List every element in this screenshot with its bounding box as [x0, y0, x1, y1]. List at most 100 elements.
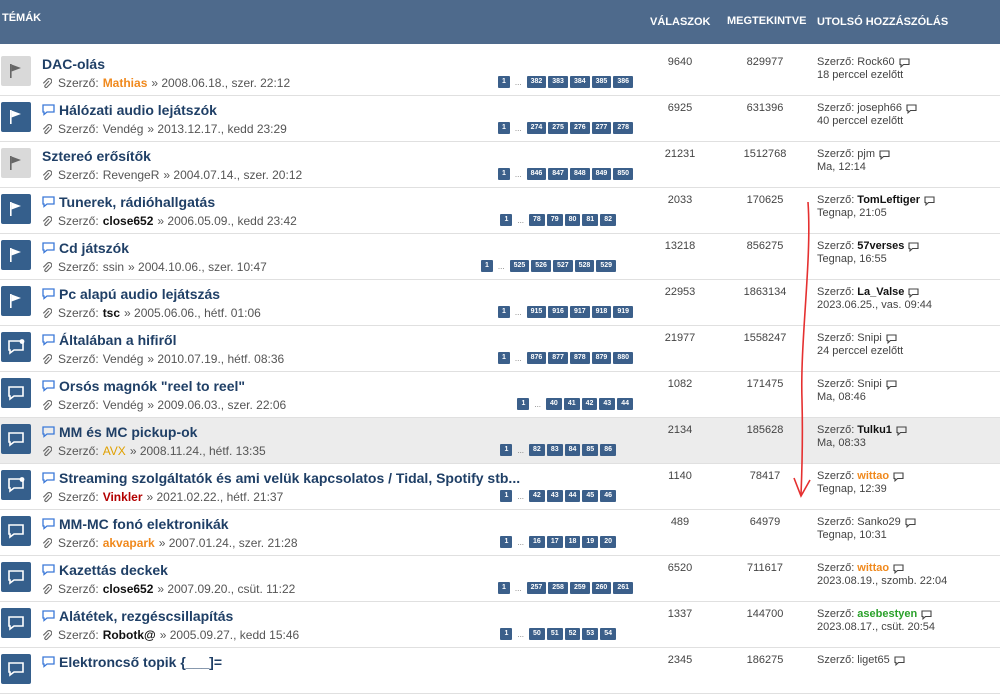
page-link[interactable]: 384 — [569, 76, 590, 88]
topic-row[interactable]: Hálózati audio lejátszók Szerző: Vendég» 2… — [0, 96, 1000, 142]
page-link[interactable]: 1 — [500, 444, 513, 456]
topic-title[interactable]: Alátétek, rezgéscsillapítás — [42, 608, 233, 624]
new-post-icon[interactable] — [42, 426, 55, 438]
page-link[interactable]: 81 — [582, 214, 599, 226]
go-to-post-icon[interactable] — [908, 287, 919, 298]
topic-title-text[interactable]: Elektroncső topik {___]= — [59, 654, 222, 670]
topic-title[interactable]: Streaming szolgáltatók és ami velük kapc… — [42, 470, 520, 486]
page-link[interactable]: 846 — [526, 168, 547, 180]
page-link[interactable]: 916 — [548, 306, 568, 318]
page-link[interactable]: 78 — [529, 214, 545, 226]
page-link[interactable]: 1 — [497, 122, 510, 134]
topic-row[interactable]: Kazettás deckek Szerző: close652» 2007.09.… — [0, 556, 1000, 602]
page-link[interactable]: 83 — [546, 444, 563, 456]
new-post-icon[interactable] — [42, 610, 55, 622]
page-link[interactable]: 848 — [569, 168, 590, 180]
page-link[interactable]: 1 — [497, 76, 510, 88]
last-post-author[interactable]: Snipi — [857, 332, 881, 345]
page-link[interactable]: 1 — [497, 582, 510, 594]
page-link[interactable]: 44 — [617, 398, 633, 410]
topic-title[interactable]: Sztereó erősítők — [42, 148, 151, 164]
page-link[interactable]: 1 — [497, 352, 510, 364]
new-post-icon[interactable] — [42, 104, 55, 116]
page-link[interactable]: 1 — [500, 628, 513, 640]
topic-row[interactable]: MM-MC fonó elektronikák Szerző: akvapark» … — [0, 510, 1000, 556]
topic-author[interactable]: close652 — [103, 582, 154, 596]
page-link[interactable]: 385 — [591, 76, 612, 88]
go-to-post-icon[interactable] — [893, 563, 904, 574]
topic-author[interactable]: akvapark — [103, 536, 155, 550]
go-to-post-icon[interactable] — [899, 57, 910, 68]
last-post-author[interactable]: Tulku1 — [857, 424, 892, 437]
page-link[interactable]: 1 — [517, 398, 530, 410]
topic-title[interactable]: Kazettás deckek — [42, 562, 168, 578]
topic-title-text[interactable]: DAC-olás — [42, 56, 105, 72]
topic-title-text[interactable]: MM-MC fonó elektronikák — [59, 516, 229, 532]
topic-title[interactable]: Elektroncső topik {___]= — [42, 654, 222, 670]
topic-author[interactable]: AVX — [103, 444, 126, 458]
page-link[interactable]: 82 — [600, 214, 616, 226]
topic-author[interactable]: tsc — [103, 306, 120, 320]
new-post-icon[interactable] — [42, 518, 55, 530]
last-post-author[interactable]: joseph66 — [857, 102, 902, 115]
page-link[interactable]: 880 — [613, 352, 633, 364]
page-link[interactable]: 383 — [548, 76, 568, 88]
page-link[interactable]: 528 — [574, 260, 595, 272]
last-post-author[interactable]: TomLeftiger — [857, 194, 920, 207]
topic-row[interactable]: Pc alapú audio lejátszás Szerző: tsc » 2005… — [0, 280, 1000, 326]
page-link[interactable]: 1 — [500, 490, 513, 502]
topic-title[interactable]: Hálózati audio lejátszók — [42, 102, 217, 118]
new-post-icon[interactable] — [42, 334, 55, 346]
topic-title-text[interactable]: Pc alapú audio lejátszás — [59, 286, 220, 302]
go-to-post-icon[interactable] — [886, 333, 897, 344]
page-link[interactable]: 260 — [591, 582, 612, 594]
go-to-post-icon[interactable] — [879, 149, 890, 160]
topic-author[interactable]: Robotk@ — [103, 628, 156, 642]
header-replies[interactable]: VÁLASZOK — [650, 16, 711, 28]
page-link[interactable]: 41 — [563, 398, 580, 410]
topic-author[interactable]: close652 — [103, 214, 154, 228]
page-link[interactable]: 79 — [546, 214, 563, 226]
go-to-post-icon[interactable] — [908, 241, 919, 252]
new-post-icon[interactable] — [42, 380, 55, 392]
page-link[interactable]: 527 — [552, 260, 573, 272]
topic-row[interactable]: Alátétek, rezgéscsillapítás Szerző: Robotk… — [0, 602, 1000, 648]
page-link[interactable]: 277 — [591, 122, 612, 134]
page-link[interactable]: 20 — [600, 536, 616, 548]
topic-author[interactable]: Mathias — [103, 76, 148, 90]
page-link[interactable]: 877 — [548, 352, 568, 364]
page-link[interactable]: 54 — [600, 628, 616, 640]
page-link[interactable]: 850 — [613, 168, 633, 180]
last-post-author[interactable]: wittao — [857, 470, 889, 483]
page-link[interactable]: 258 — [548, 582, 568, 594]
header-last-post[interactable]: UTOLSÓ HOZZÁSZÓLÁS — [817, 16, 948, 28]
page-link[interactable]: 46 — [600, 490, 616, 502]
page-link[interactable]: 45 — [582, 490, 599, 502]
topic-title-text[interactable]: Cd játszók — [59, 240, 129, 256]
topic-row[interactable]: Orsós magnók "reel to reel" Szerző: Vendég… — [0, 372, 1000, 418]
topic-title[interactable]: Orsós magnók "reel to reel" — [42, 378, 245, 394]
topic-row[interactable]: Cd játszók Szerző: ssin» 2004.10.06., szer… — [0, 234, 1000, 280]
topic-title-text[interactable]: Streaming szolgáltatók és ami velük kapc… — [59, 470, 520, 486]
topic-row[interactable]: DAC-olás Szerző: Mathias» 2008.06.18., sze… — [0, 50, 1000, 96]
page-link[interactable]: 525 — [509, 260, 530, 272]
page-link[interactable]: 53 — [582, 628, 599, 640]
go-to-post-icon[interactable] — [906, 103, 917, 114]
page-link[interactable]: 40 — [546, 398, 562, 410]
topic-title[interactable]: DAC-olás — [42, 56, 105, 72]
topic-title[interactable]: Cd játszók — [42, 240, 129, 256]
last-post-author[interactable]: Sanko29 — [857, 516, 900, 529]
page-link[interactable]: 529 — [596, 260, 616, 272]
page-link[interactable]: 1 — [497, 168, 510, 180]
topic-row[interactable]: Általában a hifiről Szerző: Vendég» 2010.0… — [0, 326, 1000, 372]
header-views[interactable]: MEGTEKINTVE — [727, 16, 806, 27]
topic-row[interactable]: Streaming szolgáltatók és ami velük kapc… — [0, 464, 1000, 510]
page-link[interactable]: 915 — [526, 306, 547, 318]
page-link[interactable]: 82 — [529, 444, 545, 456]
page-link[interactable]: 876 — [526, 352, 547, 364]
page-link[interactable]: 17 — [546, 536, 563, 548]
new-post-icon[interactable] — [42, 656, 55, 668]
page-link[interactable]: 43 — [546, 490, 563, 502]
go-to-post-icon[interactable] — [886, 379, 897, 390]
topic-title[interactable]: Tunerek, rádióhallgatás — [42, 194, 215, 210]
